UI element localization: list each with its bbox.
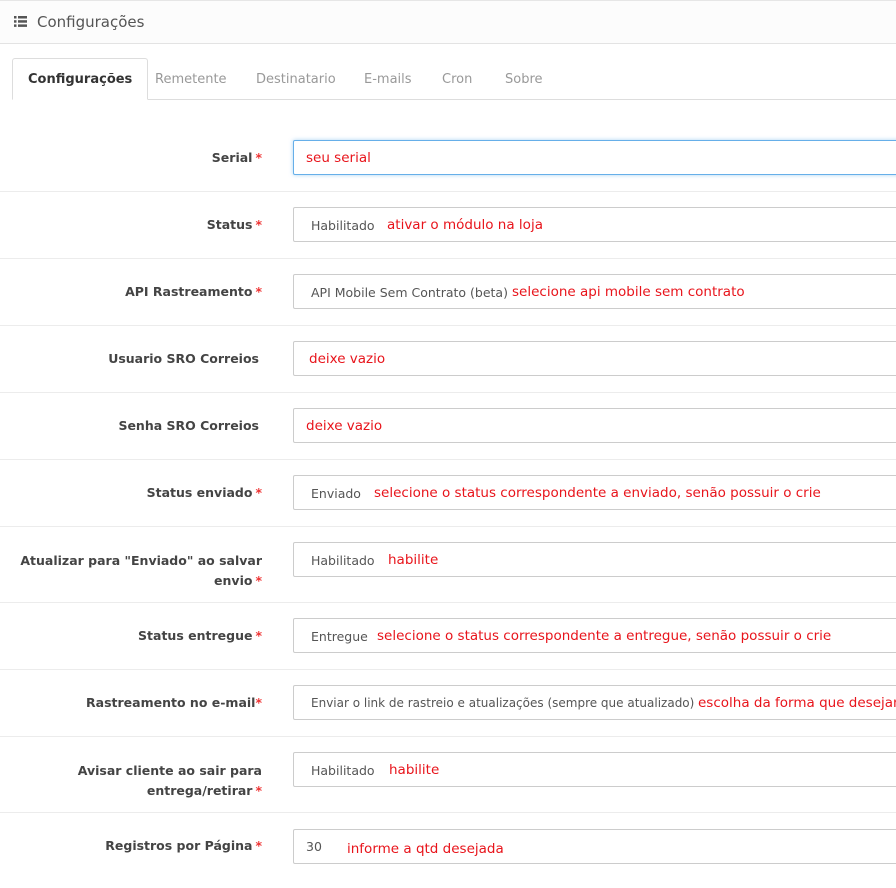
form-row-senha-sro: Senha SRO Correios deixe vazio [0,393,896,460]
annotation-note: selecione api mobile sem contrato [512,284,745,300]
annotation-note: habilite [388,552,439,568]
tab-sobre[interactable]: Sobre [505,58,543,100]
annotation-note: selecione o status correspondente a entr… [377,628,832,644]
annotation-note: selecione o status correspondente a envi… [374,485,821,501]
avisar-cliente-select[interactable]: Habilitado habilite [293,752,896,787]
annotation-note: habilite [389,762,440,778]
rastreamento-email-select[interactable]: Enviar o link de rastreio e atualizações… [293,685,896,720]
registros-pagina-input[interactable]: 30 informe a qtd desejada [293,829,896,864]
field-label: Avisar cliente ao sair para entrega/retir… [77,763,262,798]
field-label: API Rastreamento * [125,284,262,299]
form-row-rastreamento-email: Rastreamento no e-mail* Enviar o link de… [0,670,896,737]
form-row-registros-pagina: Registros por Página * 30 informe a qtd d… [0,813,896,888]
field-label: Status entregue * [138,628,262,643]
form-row-avisar-cliente: Avisar cliente ao sair para entrega/retir… [0,737,896,813]
form-row-serial: Serial * seu serial [0,124,896,192]
annotation-note: escolha da forma que desejar [698,695,896,711]
status-entregue-select[interactable]: Entregue selecione o status corresponden… [293,618,896,653]
annotation-note: seu serial [306,150,371,166]
tab-bar: Configurações Remetente Destinatario E-m… [0,58,896,100]
field-label: Status enviado * [146,485,262,500]
field-label: Status * [206,217,262,232]
annotation-note: deixe vazio [306,418,383,434]
field-label: Usuario SRO Correios [108,351,259,366]
form-row-atualizar-enviado: Atualizar para "Enviado" ao salvar envio *… [0,527,896,603]
field-label: Serial * [211,150,262,165]
panel-heading: Configurações [0,0,896,44]
annotation-note: deixe vazio [309,351,386,367]
tab-cron[interactable]: Cron [442,58,472,100]
tab-destinatario[interactable]: Destinatario [256,58,336,100]
field-label: Registros por Página * [105,838,262,853]
annotation-note: ativar o módulo na loja [387,217,543,233]
tab-remetente[interactable]: Remetente [155,58,227,100]
form-row-status: Status * Habilitado ativar o módulo na lo… [0,192,896,259]
usuario-sro-input[interactable]: deixe vazio [293,341,896,376]
field-label: Atualizar para "Enviado" ao salvar envio * [20,553,262,588]
serial-input[interactable]: seu serial [293,140,896,175]
tab-configuracoes[interactable]: Configurações [12,58,149,100]
atualizar-enviado-select[interactable]: Habilitado habilite [293,542,896,577]
list-icon [14,16,27,27]
form-row-usuario-sro: Usuario SRO Correios deixe vazio [0,326,896,393]
senha-sro-input[interactable]: deixe vazio [293,408,896,443]
api-rastreamento-select[interactable]: API Mobile Sem Contrato (beta) selecione… [293,274,896,309]
form-row-api-rastreamento: API Rastreamento * API Mobile Sem Contrat… [0,259,896,326]
annotation-note: informe a qtd desejada [347,841,504,857]
status-enviado-select[interactable]: Enviado selecione o status correspondent… [293,475,896,510]
tab-e-mails[interactable]: E-mails [364,58,412,100]
field-label: Senha SRO Correios [118,418,259,433]
form-row-status-enviado: Status enviado * Enviado selecione o stat… [0,460,896,527]
form-row-status-entregue: Status entregue * Entregue selecione o st… [0,603,896,670]
panel-title: Configurações [37,13,145,31]
field-label: Rastreamento no e-mail* [86,695,262,710]
status-select[interactable]: Habilitado ativar o módulo na loja [293,207,896,242]
